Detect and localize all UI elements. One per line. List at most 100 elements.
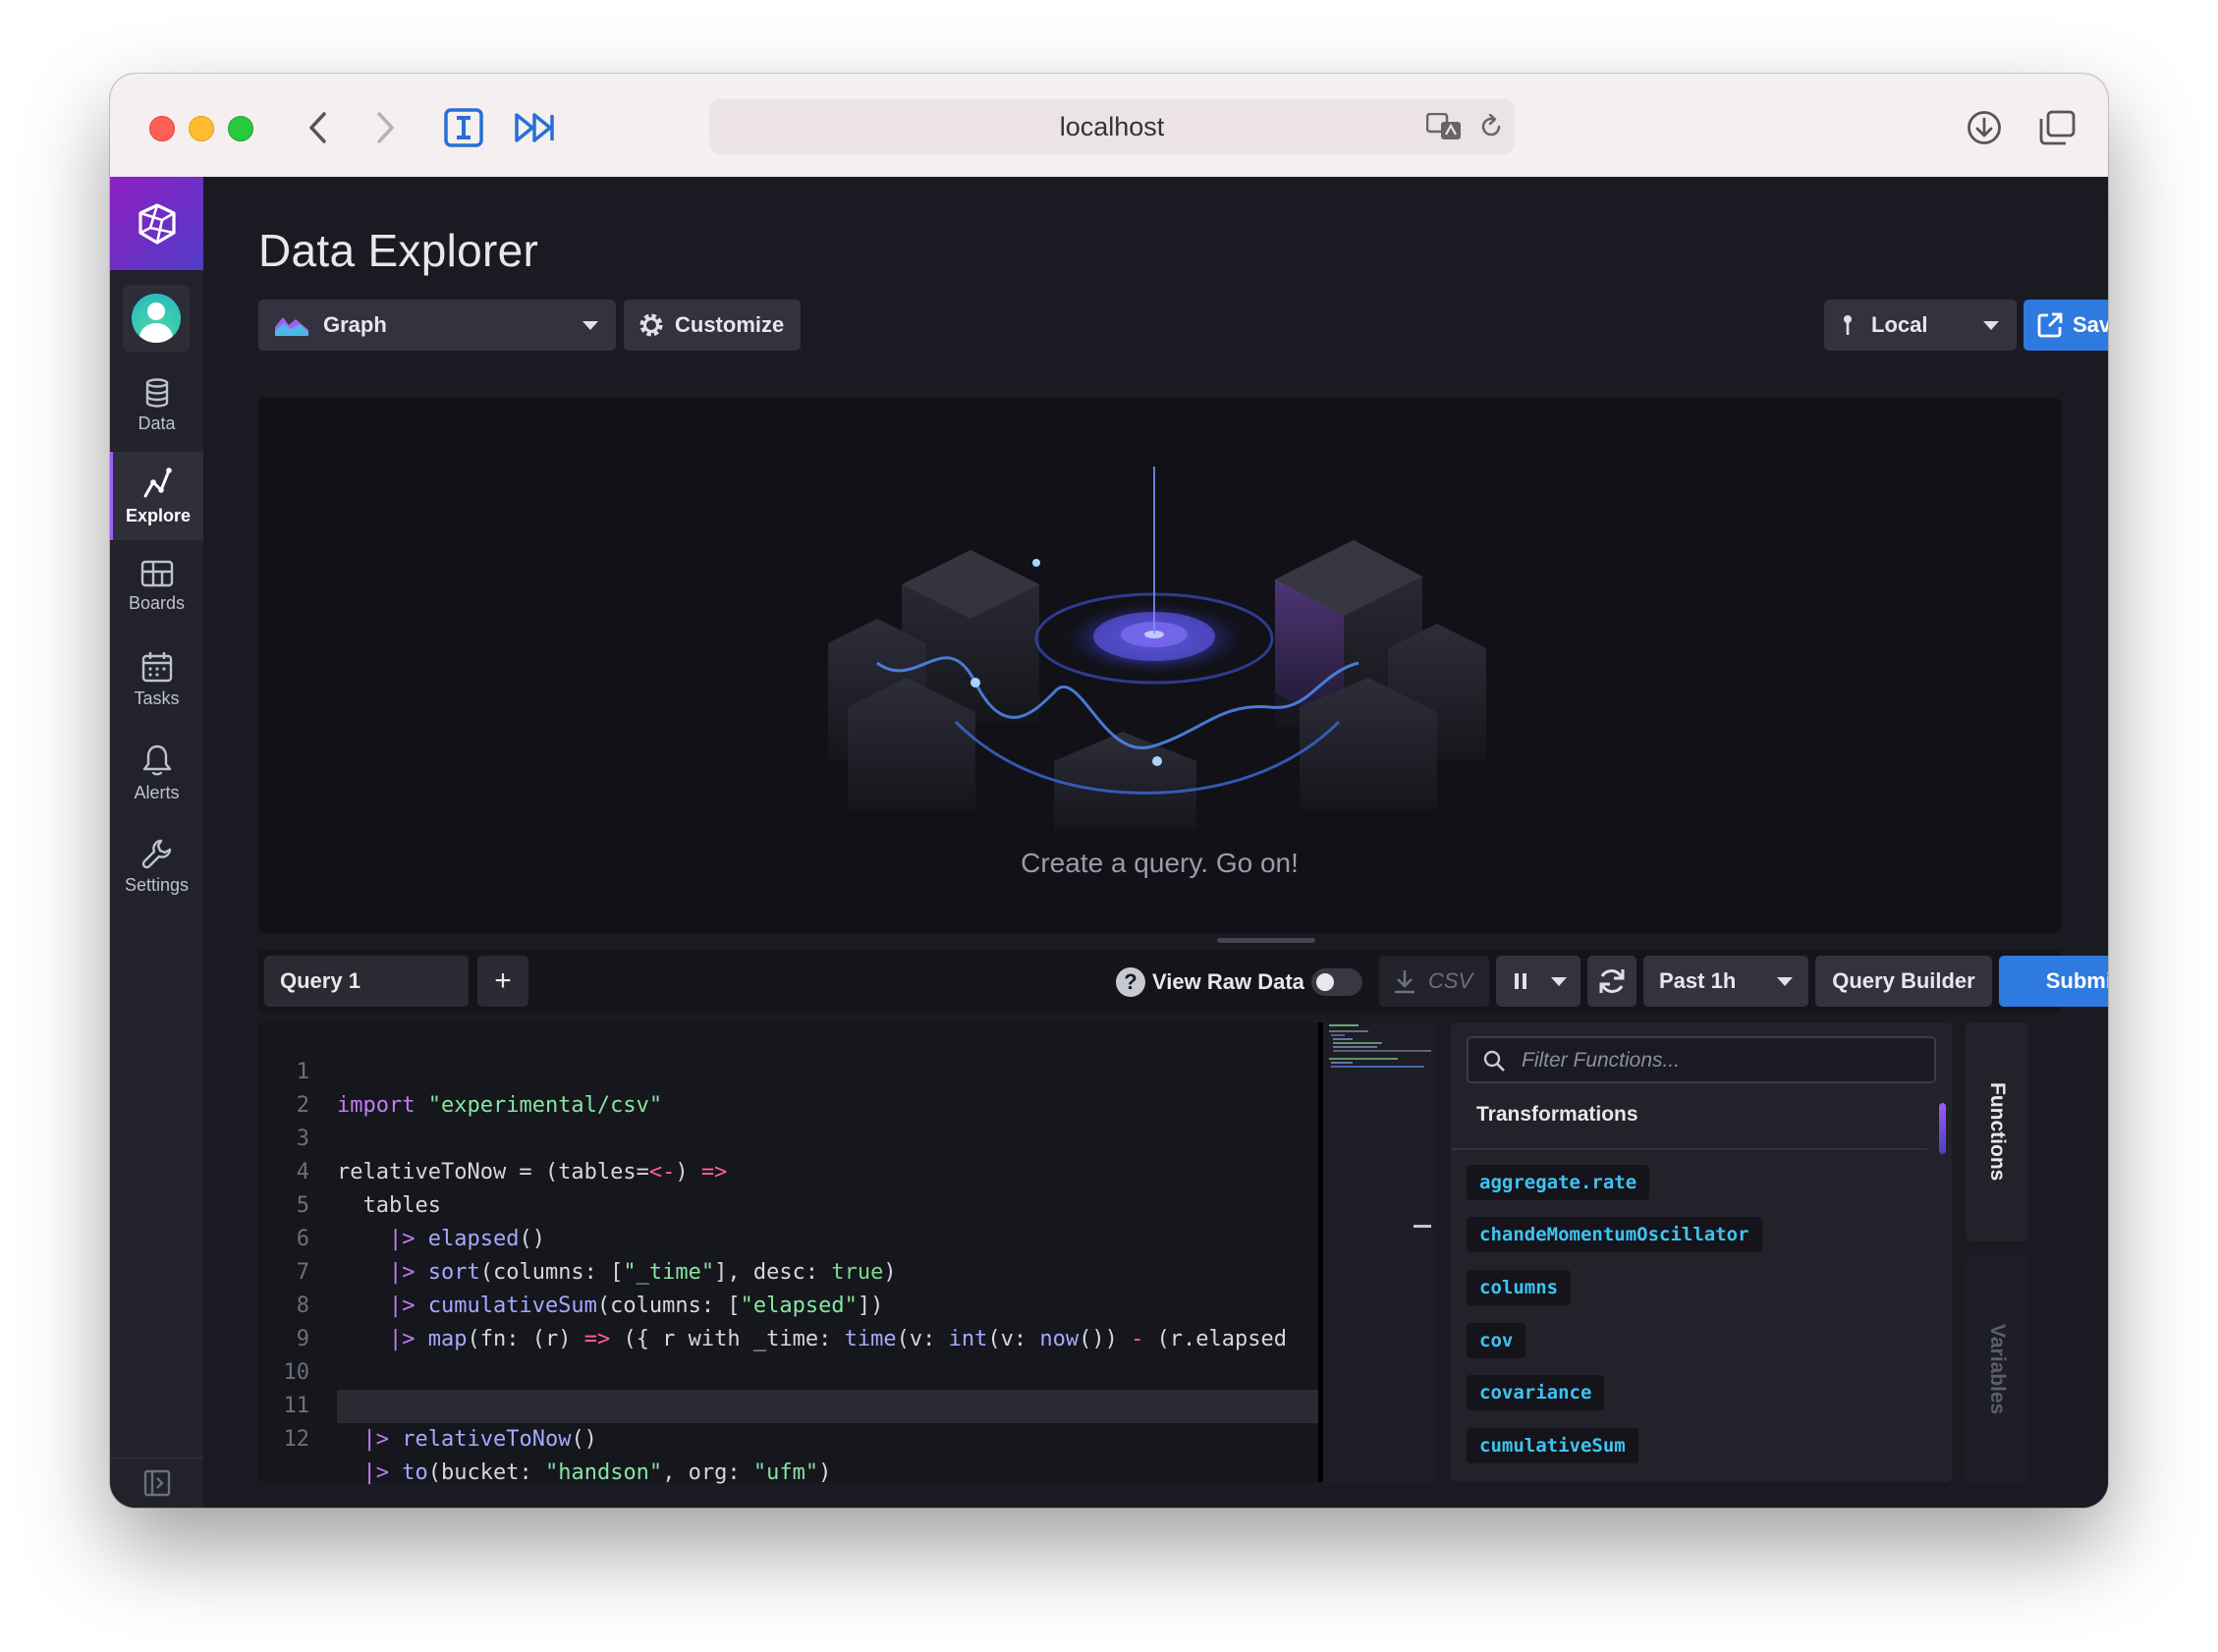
bell-icon bbox=[142, 744, 171, 775]
text-cursor-icon bbox=[444, 108, 483, 147]
refresh-icon bbox=[1599, 969, 1625, 993]
download-circle-icon bbox=[1968, 111, 2001, 144]
chevron-down-icon bbox=[1551, 977, 1567, 986]
function-item[interactable]: columns bbox=[1467, 1270, 1572, 1305]
code-line: 8 |> map(fn: (r) => ({ r with _time: tim… bbox=[258, 1256, 1318, 1351]
filter-functions-input[interactable] bbox=[1520, 1038, 1926, 1083]
back-button[interactable] bbox=[297, 99, 340, 156]
help-icon[interactable]: ? bbox=[1116, 967, 1145, 997]
connection-label: Local bbox=[1871, 312, 1928, 337]
sidebar-item-alerts[interactable]: Alerts bbox=[110, 729, 203, 817]
sidebar-item-label: Explore bbox=[125, 505, 192, 525]
code-line: 4 tables bbox=[258, 1123, 1318, 1218]
panel-resize-handle[interactable] bbox=[1217, 938, 1315, 943]
submit-button[interactable]: Submit bbox=[1999, 956, 2108, 1007]
code-line: 5 |> elapsed() bbox=[258, 1156, 1318, 1251]
browser-toolbar: localhost bbox=[110, 74, 2108, 178]
pin-icon bbox=[1844, 315, 1852, 335]
line-number: 12 bbox=[283, 1427, 310, 1452]
forward-button[interactable] bbox=[363, 99, 407, 156]
code-line: 11 |> relativeToNow() bbox=[258, 1356, 1318, 1452]
browser-window: localhost Data Explore Boards Tasks Aler… bbox=[110, 74, 2108, 1508]
tabs-overview-button[interactable] bbox=[2035, 99, 2079, 156]
function-item[interactable]: cov bbox=[1467, 1323, 1526, 1358]
editor-minimap[interactable] bbox=[1323, 1022, 1434, 1482]
avatar bbox=[132, 294, 181, 343]
code-line: 3 relativeToNow = (tables=<-) => bbox=[258, 1089, 1318, 1184]
csv-download-button[interactable]: CSV bbox=[1379, 956, 1489, 1007]
sidebar-item-explore[interactable]: Explore bbox=[110, 452, 203, 540]
tab-functions[interactable]: Functions bbox=[1966, 1022, 2028, 1241]
view-raw-data-label: View Raw Data bbox=[1152, 969, 1304, 994]
sidebar-item-data[interactable]: Data bbox=[110, 361, 203, 450]
graph-type-dropdown[interactable]: Graph bbox=[258, 300, 616, 351]
code-line: 9 bbox=[258, 1290, 1318, 1351]
toggle-knob bbox=[1316, 973, 1334, 991]
flux-script-editor[interactable]: 1 import "experimental/csv" 2 3 relative… bbox=[258, 1022, 1318, 1485]
explore-icon bbox=[143, 467, 172, 497]
boards-icon bbox=[140, 560, 173, 586]
function-item[interactable]: chandeMomentumOscillator bbox=[1467, 1217, 1762, 1252]
customize-button[interactable]: Customize bbox=[624, 300, 801, 351]
chevron-down-icon bbox=[1983, 321, 1999, 330]
fast-forward-icon bbox=[515, 113, 554, 142]
tab-variables[interactable]: Variables bbox=[1966, 1257, 2028, 1482]
sidebar-item-boards[interactable]: Boards bbox=[110, 542, 203, 631]
functions-panel: Transformations aggregate.rate chandeMom… bbox=[1451, 1022, 1952, 1482]
calendar-icon bbox=[141, 651, 172, 682]
code-text: |> relativeToNow() bbox=[362, 1427, 597, 1452]
filter-functions-field[interactable] bbox=[1467, 1036, 1936, 1083]
sidebar-item-tasks[interactable]: Tasks bbox=[110, 635, 203, 724]
query-builder-label: Query Builder bbox=[1832, 968, 1975, 993]
tab-functions-label: Functions bbox=[1986, 1082, 2009, 1182]
downloads-button[interactable] bbox=[1963, 99, 2006, 156]
wrench-icon bbox=[141, 839, 171, 868]
minimap-marker bbox=[1414, 1225, 1431, 1228]
collapse-sidebar-button[interactable] bbox=[110, 1458, 203, 1508]
sidebar-item-label: Alerts bbox=[134, 782, 180, 802]
auto-refresh-dropdown[interactable] bbox=[1496, 956, 1580, 1007]
minimap-preview bbox=[1329, 1024, 1431, 1068]
reload-icon[interactable] bbox=[1478, 113, 1504, 144]
url-text: localhost bbox=[1059, 112, 1165, 141]
code-line: 1 import "experimental/csv" bbox=[258, 1022, 1318, 1118]
search-icon bbox=[1483, 1050, 1505, 1072]
function-item[interactable]: covariance bbox=[1467, 1375, 1605, 1410]
close-window-button[interactable] bbox=[149, 116, 175, 141]
save-as-button[interactable]: Save As bbox=[2024, 300, 2108, 351]
functions-scrollbar[interactable] bbox=[1939, 1103, 1946, 1154]
download-icon bbox=[1395, 970, 1414, 994]
sidebar-item-settings[interactable]: Settings bbox=[110, 822, 203, 910]
time-range-dropdown[interactable]: Past 1h bbox=[1643, 956, 1808, 1007]
cube-logo-icon bbox=[138, 202, 176, 245]
address-bar[interactable]: localhost bbox=[709, 99, 1515, 154]
translate-icon[interactable] bbox=[1425, 112, 1464, 145]
reader-extension-button[interactable] bbox=[442, 99, 485, 156]
fast-forward-extension-button[interactable] bbox=[513, 99, 556, 156]
function-item[interactable]: aggregate.rate bbox=[1467, 1165, 1650, 1200]
influxdb-logo[interactable] bbox=[110, 177, 203, 270]
query-builder-button[interactable]: Query Builder bbox=[1815, 956, 1992, 1007]
function-item[interactable]: cumulativeSum bbox=[1467, 1428, 1638, 1463]
refresh-button[interactable] bbox=[1587, 956, 1636, 1007]
app-sidebar: Data Explore Boards Tasks Alerts Setting… bbox=[110, 177, 203, 1508]
query-tab-label: Query 1 bbox=[280, 968, 360, 993]
code-line: 12 |> to(bucket: "handson", org: "ufm") bbox=[258, 1390, 1318, 1485]
connection-dropdown[interactable]: Local bbox=[1824, 300, 2017, 351]
code-line: 6 |> sort(columns: ["_time"], desc: true… bbox=[258, 1189, 1318, 1285]
add-query-button[interactable]: + bbox=[477, 956, 528, 1007]
user-avatar-button[interactable] bbox=[123, 285, 190, 352]
plus-icon: + bbox=[494, 964, 512, 997]
view-raw-data-toggle[interactable] bbox=[1311, 968, 1362, 996]
maximize-window-button[interactable] bbox=[228, 116, 253, 141]
minimize-window-button[interactable] bbox=[189, 116, 214, 141]
empty-graph-message: Create a query. Go on! bbox=[1021, 848, 1299, 878]
tab-query-1[interactable]: Query 1 bbox=[264, 956, 469, 1007]
chevron-down-icon bbox=[582, 321, 598, 330]
chevron-down-icon bbox=[1777, 977, 1793, 986]
collapse-sidebar-icon bbox=[143, 1469, 170, 1497]
submit-label: Submit bbox=[2045, 968, 2108, 993]
customize-label: Customize bbox=[675, 312, 785, 337]
graph-panel: Create a query. Go on! bbox=[258, 398, 2061, 933]
graph-type-icon bbox=[275, 317, 308, 336]
